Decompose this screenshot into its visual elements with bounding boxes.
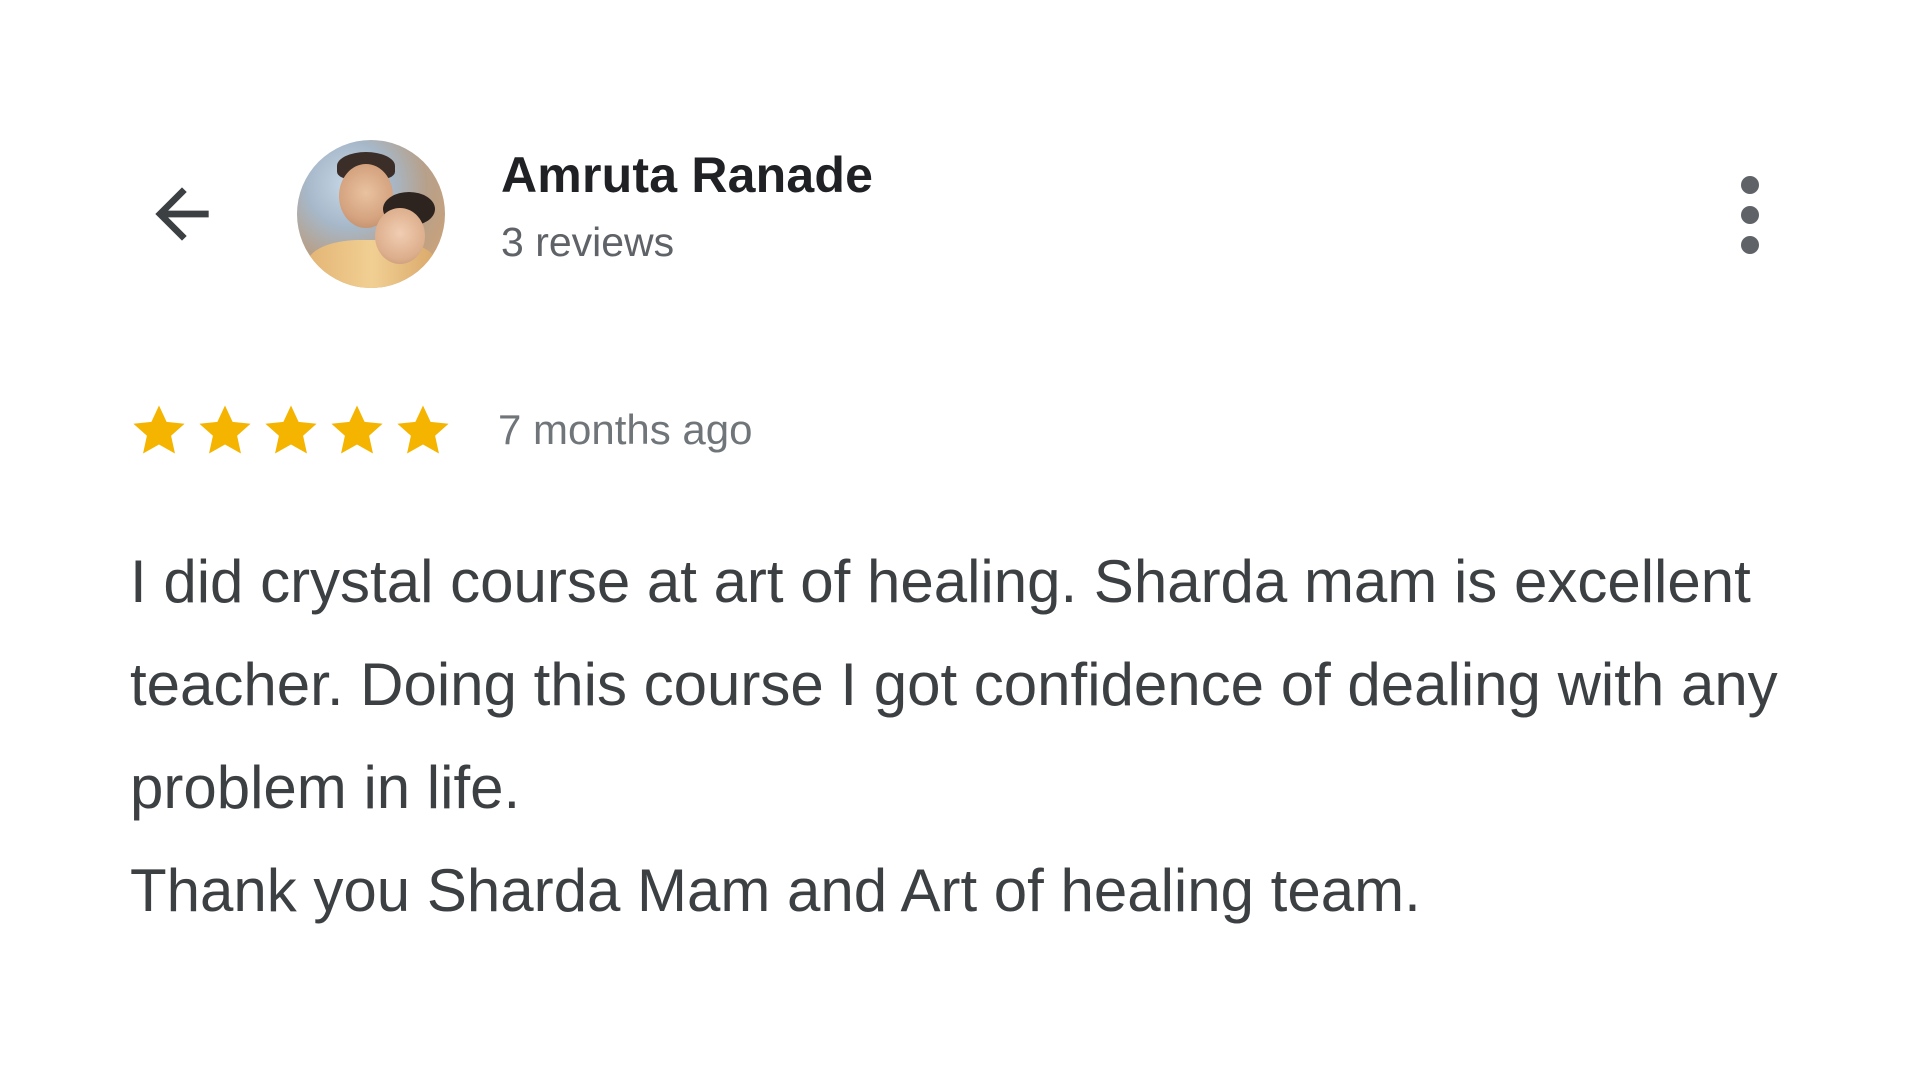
more-vert-icon — [1741, 176, 1759, 194]
rating-row: 7 months ago — [128, 398, 753, 462]
review-timestamp: 7 months ago — [498, 406, 753, 453]
reviewer-review-count: 3 reviews — [501, 219, 675, 265]
star-icon — [331, 405, 383, 454]
star-icon — [397, 405, 449, 454]
review-paragraph: I did crystal course at art of healing. … — [130, 548, 1778, 821]
star-icon — [265, 405, 317, 454]
review-page: Amruta Ranade 3 reviews 7 months ago I d… — [0, 0, 1920, 1080]
star-rating — [128, 399, 458, 461]
review-text: I did crystal course at art of healing. … — [130, 530, 1830, 942]
more-options-button[interactable] — [1725, 170, 1775, 260]
avatar[interactable] — [297, 140, 445, 288]
star-icon — [199, 405, 251, 454]
review-paragraph: Thank you Sharda Mam and Art of healing … — [130, 857, 1421, 924]
reviewer-header: Amruta Ranade 3 reviews — [0, 0, 1920, 330]
star-icon — [133, 405, 185, 454]
arrow-back-icon — [155, 187, 209, 241]
back-button[interactable] — [140, 172, 224, 256]
reviewer-name[interactable]: Amruta Ranade — [501, 150, 873, 200]
